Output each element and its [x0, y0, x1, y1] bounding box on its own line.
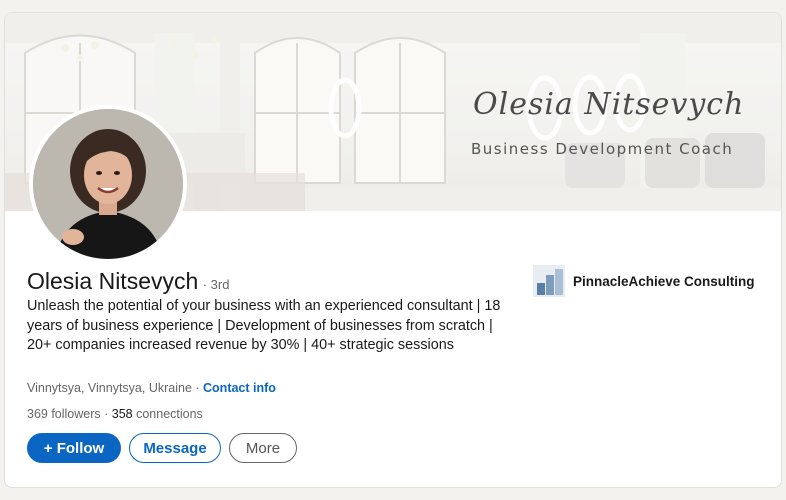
- building-logo-icon: [533, 265, 565, 297]
- connection-degree: · 3rd: [202, 277, 230, 292]
- avatar[interactable]: [29, 105, 187, 263]
- location-row: Vinnytsya, Vinnytsya, Ukraine · Contact …: [27, 381, 276, 395]
- profile-actions: + Follow Message More: [27, 433, 297, 463]
- followers-count[interactable]: 369 followers: [27, 407, 101, 421]
- follow-button[interactable]: + Follow: [27, 433, 121, 463]
- connections-label: connections: [132, 407, 203, 421]
- profile-headline: Unleash the potential of your business w…: [27, 298, 501, 353]
- more-button[interactable]: More: [229, 433, 297, 463]
- message-button[interactable]: Message: [129, 433, 221, 463]
- banner-script-name: Olesia Nitsevych: [473, 87, 745, 122]
- current-company[interactable]: PinnacleAchieve Consulting: [533, 265, 755, 297]
- location-text: Vinnytsya, Vinnytsya, Ukraine ·: [27, 381, 204, 395]
- profile-photo: [33, 109, 183, 259]
- company-name: PinnacleAchieve Consulting: [573, 273, 755, 289]
- contact-info-link[interactable]: Contact info: [203, 381, 276, 395]
- connections-count[interactable]: 358: [112, 407, 133, 421]
- followers-row: 369 followers · 358 connections: [27, 407, 203, 421]
- separator: ·: [100, 407, 112, 421]
- profile-name: Olesia Nitsevych: [27, 268, 199, 294]
- banner-subtitle: Business Development Coach: [471, 140, 734, 158]
- name-row: Olesia Nitsevych · 3rd: [27, 268, 229, 295]
- profile-card: Olesia Nitsevych Business Development Co…: [4, 12, 782, 488]
